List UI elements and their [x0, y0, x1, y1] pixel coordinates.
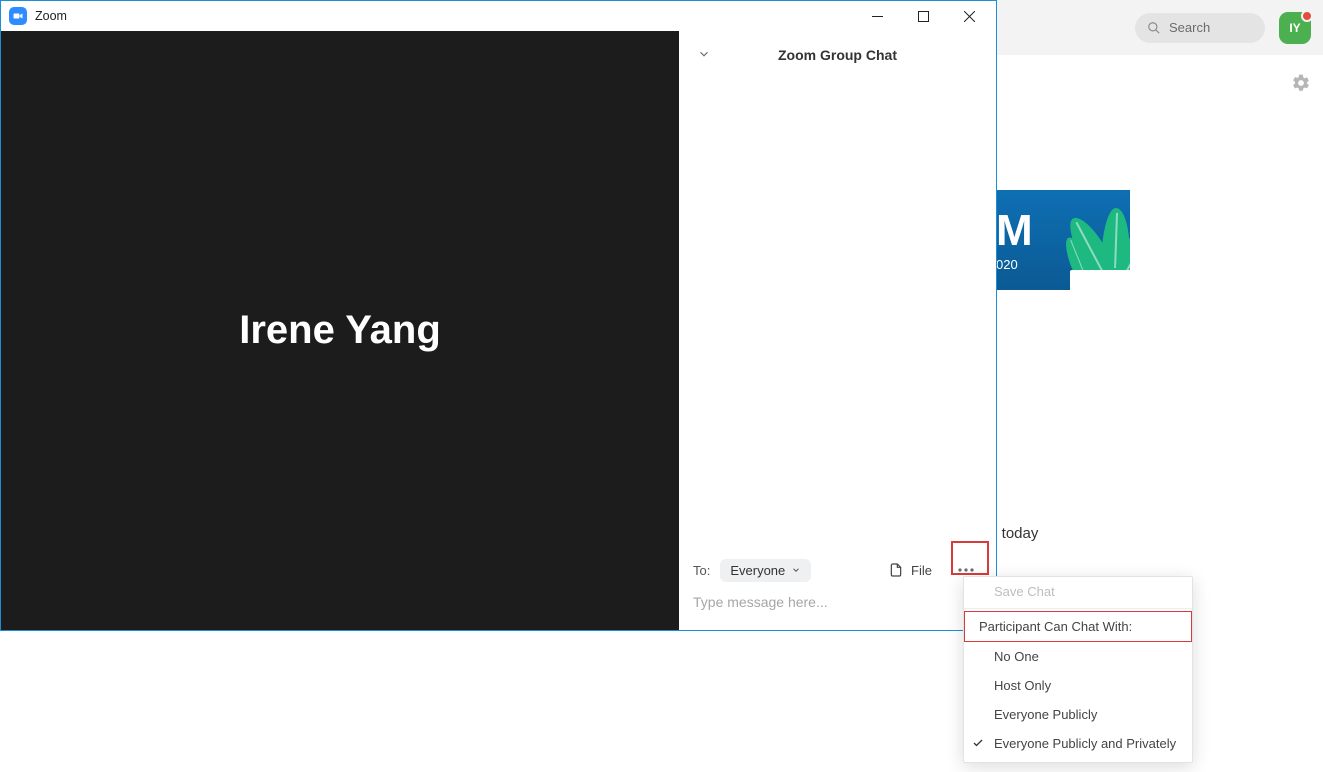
menu-item-label: Everyone Publicly and Privately: [994, 736, 1176, 751]
check-icon: [972, 737, 984, 752]
video-area: Irene Yang: [1, 31, 679, 630]
file-label: File: [911, 563, 932, 578]
to-recipient-select[interactable]: Everyone: [720, 559, 811, 582]
menu-item-save-chat[interactable]: Save Chat: [964, 577, 1192, 606]
menu-divider: [964, 608, 1192, 609]
title-bar: Zoom: [1, 1, 996, 31]
participant-name: Irene Yang: [239, 308, 441, 353]
message-input[interactable]: [693, 588, 982, 616]
avatar-initials: IY: [1289, 21, 1300, 35]
chat-header: Zoom Group Chat: [679, 31, 996, 79]
zoom-app-icon: [9, 7, 27, 25]
menu-item-no-one[interactable]: No One: [964, 642, 1192, 671]
chat-footer: To: Everyone File: [679, 550, 996, 630]
file-button[interactable]: File: [888, 562, 932, 578]
menu-item-host-only[interactable]: Host Only: [964, 671, 1192, 700]
minimize-button[interactable]: [854, 1, 900, 31]
search-input[interactable]: Search: [1135, 13, 1265, 43]
zoom-meeting-window: Zoom Irene Yang Zoom Group Chat To:: [0, 0, 997, 631]
search-icon: [1147, 21, 1161, 35]
meeting-body: Irene Yang Zoom Group Chat To: Everyone: [1, 31, 996, 630]
maximize-button[interactable]: [900, 1, 946, 31]
window-controls: [854, 1, 992, 31]
file-icon: [888, 562, 904, 578]
chevron-down-icon[interactable]: [697, 47, 711, 64]
ellipsis-icon: [957, 568, 975, 572]
chat-to-row: To: Everyone File: [693, 558, 982, 582]
chat-panel: Zoom Group Chat To: Everyone File: [679, 31, 996, 630]
background-banner-card: M 020: [990, 190, 1130, 335]
chat-title: Zoom Group Chat: [778, 47, 897, 63]
background-text-fragment: s today: [990, 525, 1038, 542]
chat-more-dropdown: Save Chat Participant Can Chat With: No …: [963, 576, 1193, 763]
banner-graphic: M 020: [990, 190, 1130, 290]
menu-item-everyone-both[interactable]: Everyone Publicly and Privately: [964, 729, 1192, 758]
chevron-down-icon: [791, 565, 801, 575]
to-label: To:: [693, 563, 710, 578]
menu-item-everyone-public[interactable]: Everyone Publicly: [964, 700, 1192, 729]
search-placeholder: Search: [1169, 20, 1210, 35]
banner-date-fragment: 020: [996, 257, 1018, 272]
gear-icon: [1291, 73, 1311, 93]
to-recipient-value: Everyone: [730, 563, 785, 578]
window-title: Zoom: [35, 9, 67, 23]
avatar[interactable]: IY: [1279, 12, 1311, 44]
chat-messages-area: [679, 79, 996, 550]
menu-section-header: Participant Can Chat With:: [964, 611, 1192, 642]
close-button[interactable]: [946, 1, 992, 31]
banner-big-letter: M: [996, 209, 1034, 253]
